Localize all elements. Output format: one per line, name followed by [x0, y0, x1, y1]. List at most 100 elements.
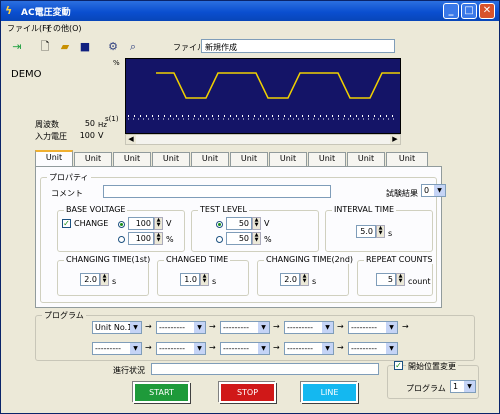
base-pct-value[interactable]: 100	[128, 232, 154, 245]
spin-updown-icon[interactable]: ▲ ▼	[396, 273, 405, 286]
program-select-8[interactable]: --------- ▼	[220, 342, 270, 355]
program-value-2: ---------	[159, 323, 185, 332]
program-value-1: Unit No.1	[95, 323, 133, 332]
repeat-counts-unit: count	[408, 277, 431, 286]
start-program-select[interactable]: 1 ▼	[450, 380, 476, 393]
close-button[interactable]: ✕	[479, 3, 495, 19]
start-button[interactable]: START	[133, 382, 190, 403]
spin-updown-icon[interactable]: ▲ ▼	[200, 273, 209, 286]
changed-time-value[interactable]: 1.0	[180, 273, 200, 286]
unit-panel: プロパティ コメント 試験結果 0 ▼ BASE VOLTAGE ✓ CHANG…	[35, 166, 446, 308]
arrow-right-icon: →	[209, 343, 216, 352]
program-select-10[interactable]: --------- ▼	[348, 342, 398, 355]
chevron-down-icon[interactable]: ▼	[194, 343, 205, 354]
program-select-9[interactable]: --------- ▼	[284, 342, 334, 355]
start-position-checkbox[interactable]: ✓	[394, 361, 403, 370]
tab-unit-9[interactable]: Unit No.9	[347, 152, 385, 175]
minimize-button[interactable]: _	[443, 3, 459, 19]
tab-unit-3[interactable]: Unit No.3	[113, 152, 151, 175]
program-select-7[interactable]: --------- ▼	[156, 342, 206, 355]
file-name-field: 新規作成	[201, 39, 395, 53]
arrow-right-icon: →	[209, 322, 216, 331]
changing-time-2-title: CHANGING TIME(2nd)	[264, 255, 356, 264]
base-v-radio[interactable]	[118, 221, 125, 228]
program-title: プログラム	[42, 310, 86, 321]
test-v-radio[interactable]	[216, 221, 223, 228]
changing-time-2-unit: s	[312, 277, 317, 286]
repeat-counts-value[interactable]: 5	[376, 273, 396, 286]
chevron-down-icon[interactable]: ▼	[130, 343, 141, 354]
open-folder-icon[interactable]: ▰	[57, 39, 73, 55]
input-voltage-label: 入力電圧	[35, 132, 67, 141]
menu-other[interactable]: その他(O)	[45, 23, 82, 34]
arrow-right-icon: →	[145, 322, 152, 331]
test-pct-value[interactable]: 50	[226, 232, 252, 245]
scroll-left-icon[interactable]: ◀	[126, 135, 136, 144]
changing-time-2-group: CHANGING TIME(2nd) 2.0 ▲ ▼ s	[257, 255, 356, 296]
exit-icon[interactable]: ⇥	[9, 39, 25, 55]
chevron-down-icon[interactable]: ▼	[386, 343, 397, 354]
new-file-icon[interactable]: 🗋	[37, 39, 53, 55]
start-position-group: ✓ 開始位置変更 プログラム 1 ▼	[387, 361, 479, 399]
start-program-value: 1	[453, 382, 459, 391]
tab-unit-4[interactable]: Unit No.4	[152, 152, 190, 175]
line-button[interactable]: LINE	[301, 382, 358, 403]
menu-file[interactable]: ファイル(F)	[7, 23, 50, 34]
result-select[interactable]: 0 ▼	[421, 184, 446, 197]
waveform-scrollbar[interactable]: ◀ ▶	[125, 134, 401, 145]
program-select-2[interactable]: --------- ▼	[156, 321, 206, 334]
chevron-down-icon[interactable]: ▼	[322, 343, 333, 354]
chevron-down-icon[interactable]: ▼	[130, 322, 141, 333]
spin-updown-icon[interactable]: ▲ ▼	[300, 273, 309, 286]
comment-label: コメント	[51, 189, 83, 198]
chevron-down-icon[interactable]: ▼	[464, 381, 475, 392]
base-voltage-group: BASE VOLTAGE ✓ CHANGE 100 ▲ ▼ V 100 ▲ ▼ %	[57, 205, 185, 252]
program-select-6[interactable]: --------- ▼	[92, 342, 142, 355]
chevron-down-icon[interactable]: ▼	[194, 322, 205, 333]
property-group: プロパティ コメント 試験結果 0 ▼ BASE VOLTAGE ✓ CHANG…	[40, 172, 446, 303]
program-select-1[interactable]: Unit No.1 ▼	[92, 321, 142, 334]
spin-updown-icon[interactable]: ▲ ▼	[100, 273, 109, 286]
start-program-label: プログラム	[406, 384, 446, 393]
changing-time-1-value[interactable]: 2.0	[80, 273, 100, 286]
spin-updown-icon[interactable]: ▲ ▼	[154, 217, 163, 230]
preview-icon[interactable]: ⌕	[125, 39, 141, 55]
program-select-4[interactable]: --------- ▼	[284, 321, 334, 334]
tab-unit-6[interactable]: Unit No.6	[230, 152, 268, 175]
tab-unit-7[interactable]: Unit No.7	[269, 152, 307, 175]
base-v-value[interactable]: 100	[128, 217, 154, 230]
stop-button[interactable]: STOP	[219, 382, 276, 403]
program-select-5[interactable]: --------- ▼	[348, 321, 398, 334]
program-value-9: ---------	[287, 344, 313, 353]
tab-unit-2[interactable]: Unit No.2	[74, 152, 112, 175]
comment-input[interactable]	[103, 185, 331, 198]
tab-unit-8[interactable]: Unit No.8	[308, 152, 346, 175]
change-checkbox[interactable]: ✓	[62, 219, 71, 228]
program-select-3[interactable]: --------- ▼	[220, 321, 270, 334]
tab-unit-10[interactable]: Unit No.10	[386, 152, 428, 175]
chevron-down-icon[interactable]: ▼	[434, 185, 445, 196]
chevron-down-icon[interactable]: ▼	[258, 322, 269, 333]
chevron-down-icon[interactable]: ▼	[322, 322, 333, 333]
spin-updown-icon[interactable]: ▲ ▼	[376, 225, 385, 238]
test-pct-radio[interactable]	[216, 236, 223, 243]
spin-updown-icon[interactable]: ▲ ▼	[154, 232, 163, 245]
save-icon[interactable]: ■	[77, 39, 93, 55]
base-pct-radio[interactable]	[118, 236, 125, 243]
settings-icon[interactable]: ⚙	[105, 39, 121, 55]
spin-updown-icon[interactable]: ▲ ▼	[252, 217, 261, 230]
program-value-3: ---------	[223, 323, 249, 332]
arrow-right-icon: →	[273, 343, 280, 352]
maximize-button[interactable]: □	[461, 3, 477, 19]
chevron-down-icon[interactable]: ▼	[386, 322, 397, 333]
chevron-down-icon[interactable]: ▼	[258, 343, 269, 354]
test-v-value[interactable]: 50	[226, 217, 252, 230]
base-pct-unit: %	[166, 235, 174, 244]
interval-value[interactable]: 5.0	[356, 225, 376, 238]
spin-updown-icon[interactable]: ▲ ▼	[252, 232, 261, 245]
tab-unit-1[interactable]: Unit No.1	[35, 150, 73, 174]
changing-time-2-value[interactable]: 2.0	[280, 273, 300, 286]
toolbar: ⇥ 🗋 ▰ ■ ⚙ ⌕ ファイル 新規作成	[1, 36, 499, 58]
scroll-right-icon[interactable]: ▶	[390, 135, 400, 144]
tab-unit-5[interactable]: Unit No.5	[191, 152, 229, 175]
